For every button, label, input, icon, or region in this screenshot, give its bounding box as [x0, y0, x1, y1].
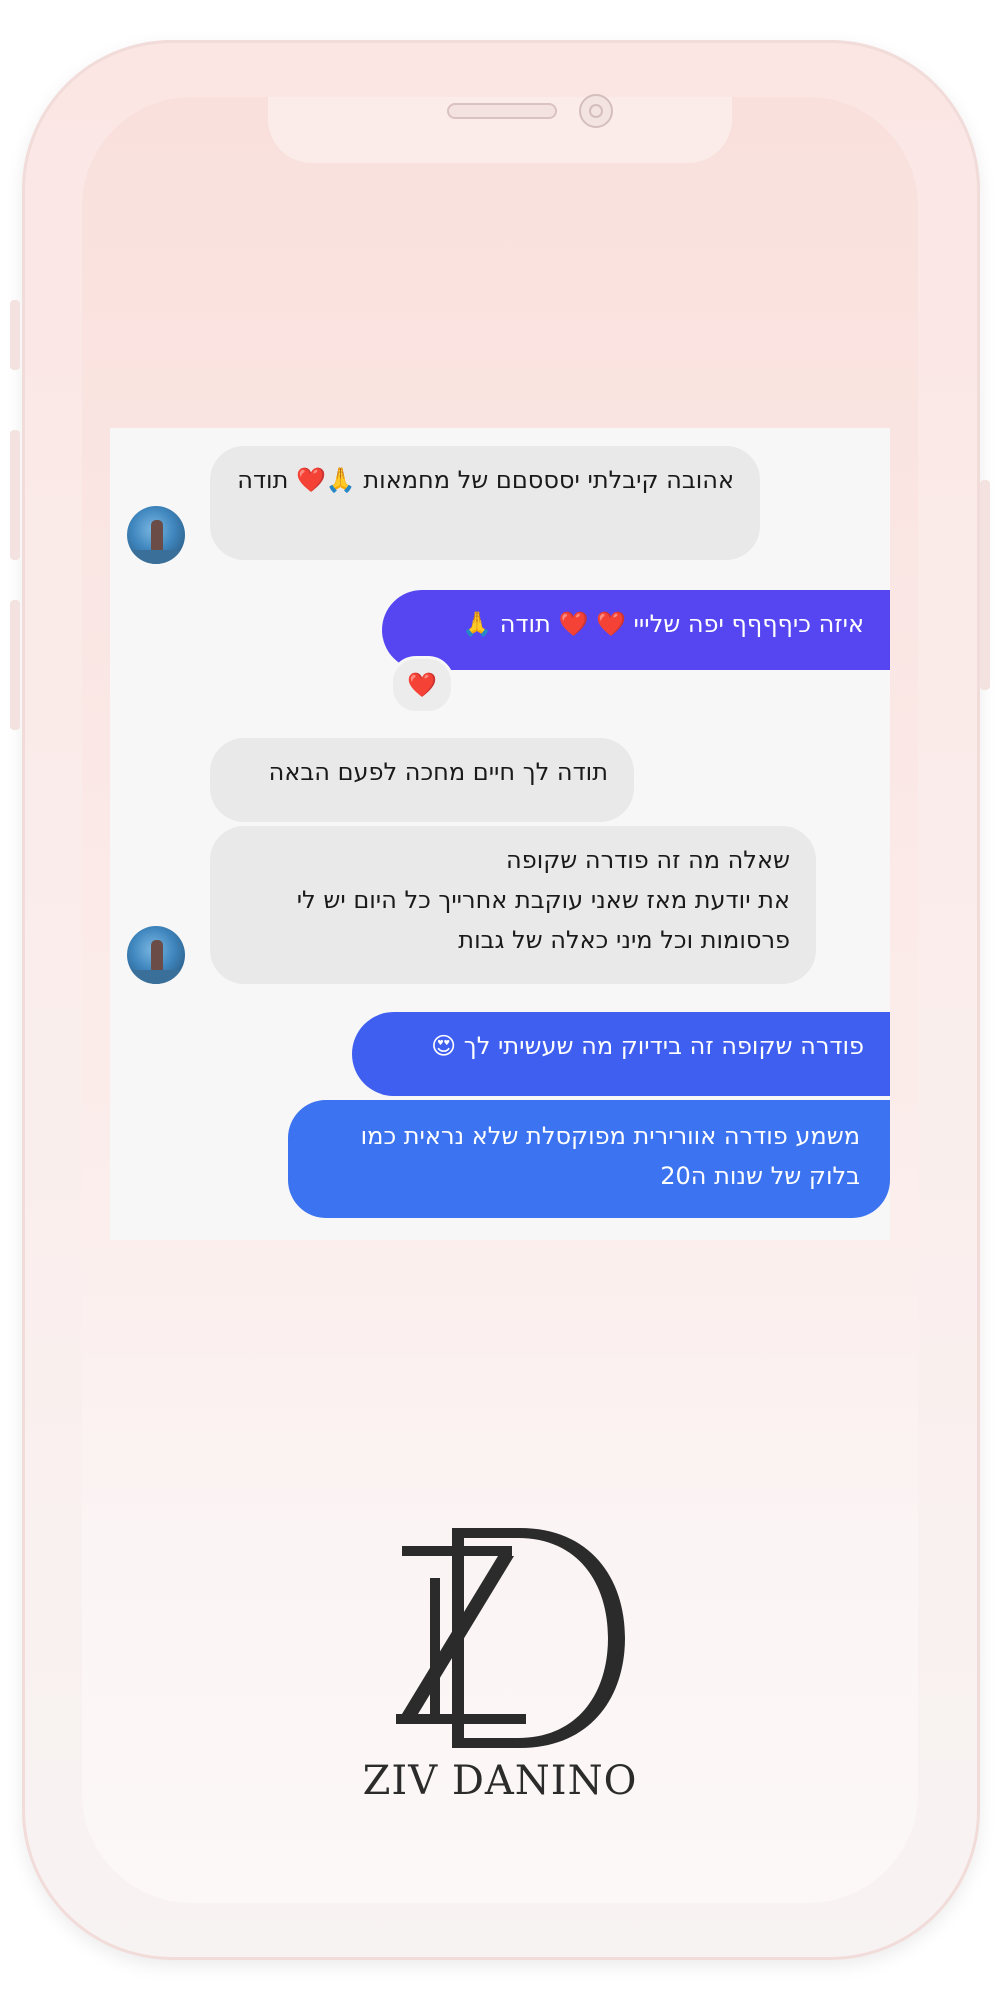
side-button-power [980, 480, 990, 690]
camera-icon [579, 94, 613, 128]
side-button-volume-down [10, 600, 20, 730]
heart-icon: ❤️ [407, 671, 437, 699]
avatar[interactable] [127, 506, 185, 564]
avatar[interactable] [127, 926, 185, 984]
message-incoming[interactable]: אהובה קיבלתי יסססםם של מחמאות 🙏❤️ תודה [210, 446, 760, 560]
reaction-heart-icon[interactable]: ❤️ [390, 656, 454, 714]
message-outgoing[interactable]: פודרה שקופה זה בידיוק מה שעשיתי לך 😍 [352, 1012, 890, 1096]
message-incoming[interactable]: שאלה מה זה פודרה שקופה את יודעת מאז שאני… [210, 826, 816, 984]
message-outgoing[interactable]: משמע פודרה אוורירית מפוקסלת שלא נראית כמ… [288, 1100, 890, 1218]
message-outgoing[interactable]: איזה כיףףףף יפה שלייי ❤️ ❤️ תודה 🙏 [382, 590, 890, 670]
side-button-volume-up [10, 430, 20, 560]
message-incoming[interactable]: תודה לך חיים מחכה לפעם הבאה [210, 738, 634, 822]
chat-screenshot: אהובה קיבלתי יסססםם של מחמאות 🙏❤️ תודה א… [110, 428, 890, 1240]
speaker-icon [447, 103, 557, 119]
side-button-silent [10, 300, 20, 370]
logo-zd [396, 1528, 625, 1748]
brand-name: ZIV DANINO [362, 1758, 638, 1804]
